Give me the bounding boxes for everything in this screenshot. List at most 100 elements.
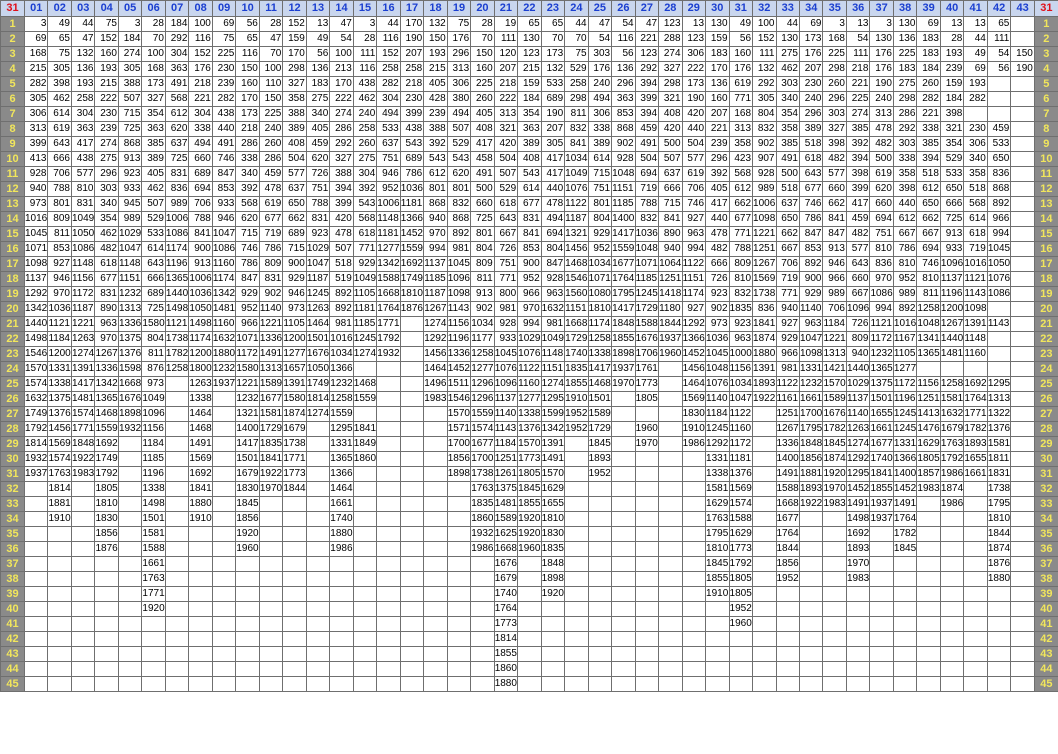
table-cell[interactable]: 218 [235,121,260,137]
table-cell[interactable]: 1937 [23,466,49,482]
table-cell[interactable]: 1881 [47,496,72,512]
table-cell[interactable]: 981 [446,241,472,257]
table-cell[interactable]: 354 [517,106,542,122]
table-cell[interactable] [822,541,847,557]
table-cell[interactable]: 1845 [235,496,260,512]
table-cell[interactable]: 462 [141,181,166,197]
table-cell[interactable]: 1893 [798,481,824,497]
table-cell[interactable]: 1468 [587,376,613,392]
table-cell[interactable]: 1580 [282,391,307,407]
table-cell[interactable]: 1952 [728,601,754,617]
table-cell[interactable] [446,541,472,557]
table-cell[interactable] [399,346,425,362]
table-cell[interactable]: 385 [845,121,871,137]
table-cell[interactable]: 389 [587,136,613,152]
table-cell[interactable]: 973 [23,196,49,212]
table-cell[interactable]: 398 [892,181,918,197]
table-cell[interactable] [117,586,143,602]
table-cell[interactable] [611,421,636,437]
table-cell[interactable] [423,631,448,647]
table-cell[interactable] [658,616,683,632]
table-cell[interactable] [1010,451,1035,467]
table-cell[interactable] [470,646,495,662]
table-cell[interactable]: 981 [329,316,354,332]
table-cell[interactable]: 221 [634,31,660,47]
column-header[interactable]: 21 [493,0,519,17]
table-cell[interactable]: 1200 [47,346,72,362]
table-cell[interactable]: 258 [399,61,425,77]
row-label-left[interactable]: 43 [0,646,25,662]
table-cell[interactable]: 3 [822,16,847,32]
table-cell[interactable]: 989 [822,286,847,302]
table-cell[interactable] [1010,481,1035,497]
table-cell[interactable] [564,676,589,692]
table-cell[interactable]: 1245 [892,406,918,422]
table-cell[interactable]: 518 [963,181,988,197]
table-cell[interactable]: 1418 [658,286,683,302]
table-cell[interactable] [258,526,284,542]
table-cell[interactable]: 1098 [752,211,777,227]
table-cell[interactable] [775,586,800,602]
table-cell[interactable]: 1267 [94,346,119,362]
table-cell[interactable]: 123 [658,16,683,32]
table-cell[interactable]: 494 [188,136,213,152]
table-cell[interactable] [611,526,636,542]
table-cell[interactable]: 462 [94,226,119,242]
table-cell[interactable]: 1922 [258,466,284,482]
table-cell[interactable] [446,631,472,647]
table-cell[interactable]: 28 [141,16,166,32]
table-cell[interactable]: 694 [916,241,941,257]
table-cell[interactable]: 1983 [423,391,448,407]
table-cell[interactable] [376,661,401,677]
table-cell[interactable]: 1810 [986,511,1012,527]
table-cell[interactable] [70,676,96,692]
table-cell[interactable] [798,631,824,647]
table-cell[interactable]: 159 [705,31,730,47]
table-cell[interactable] [1010,121,1035,137]
table-cell[interactable]: 1036 [634,226,660,242]
table-cell[interactable]: 1267 [775,421,800,437]
row-label-left[interactable]: 11 [0,166,25,182]
table-cell[interactable] [470,601,495,617]
row-label-right[interactable]: 1 [1033,16,1058,32]
table-cell[interactable] [470,556,495,572]
table-cell[interactable] [164,511,190,527]
table-cell[interactable]: 518 [916,166,941,182]
table-cell[interactable]: 1700 [798,406,824,422]
table-cell[interactable]: 1184 [141,436,166,452]
table-cell[interactable] [282,631,307,647]
table-cell[interactable]: 1143 [446,301,472,317]
table-cell[interactable]: 1679 [939,421,965,437]
table-cell[interactable]: 1570 [540,466,566,482]
table-cell[interactable]: 620 [235,211,260,227]
table-cell[interactable]: 239 [423,106,448,122]
table-cell[interactable]: 1893 [845,541,871,557]
table-cell[interactable]: 1160 [211,316,237,332]
table-cell[interactable] [681,541,707,557]
table-cell[interactable]: 1277 [517,391,542,407]
table-cell[interactable]: 392 [705,166,730,182]
table-cell[interactable]: 1692 [188,466,213,482]
row-label-right[interactable]: 42 [1033,631,1058,647]
table-cell[interactable]: 804 [470,241,495,257]
table-cell[interactable]: 1773 [728,541,754,557]
table-cell[interactable]: 215 [23,61,49,77]
table-cell[interactable]: 1331 [705,451,730,467]
table-cell[interactable]: 788 [728,241,754,257]
table-cell[interactable]: 438 [211,106,237,122]
table-cell[interactable]: 358 [775,121,800,137]
table-cell[interactable]: 399 [845,181,871,197]
table-cell[interactable] [164,466,190,482]
table-cell[interactable] [188,571,213,587]
table-cell[interactable] [916,526,941,542]
table-cell[interactable]: 306 [23,106,49,122]
table-cell[interactable]: 1632 [939,406,965,422]
table-cell[interactable] [705,616,730,632]
table-cell[interactable]: 1676 [634,331,660,347]
table-cell[interactable]: 1782 [822,421,847,437]
table-cell[interactable] [258,571,284,587]
row-label-left[interactable]: 6 [0,91,25,107]
table-cell[interactable]: 1841 [352,421,378,437]
table-cell[interactable]: 1160 [211,256,237,272]
table-cell[interactable] [916,601,941,617]
